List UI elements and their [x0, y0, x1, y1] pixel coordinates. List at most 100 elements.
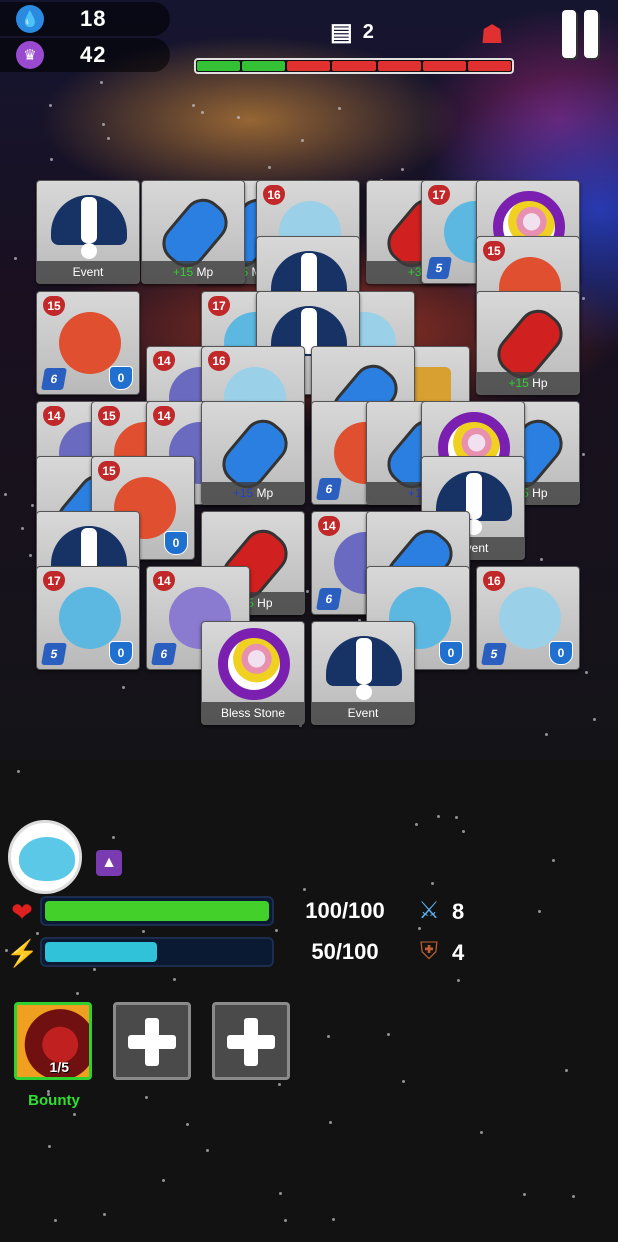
mp-text: 50/100	[311, 939, 379, 964]
star	[565, 1069, 568, 1072]
hp-text: 100/100	[305, 898, 385, 923]
empty-skill-slot[interactable]	[212, 1002, 290, 1080]
star	[50, 158, 53, 161]
star	[538, 910, 541, 913]
star	[418, 927, 421, 930]
star	[437, 815, 440, 818]
star	[93, 968, 96, 971]
star	[268, 166, 271, 169]
skill-name: Bounty	[28, 1092, 80, 1109]
star	[192, 104, 195, 107]
progress-segment	[287, 61, 331, 71]
card-mp-potion[interactable]: +15 Mp	[141, 180, 245, 284]
defense-value: 4	[452, 940, 465, 965]
star	[122, 686, 125, 689]
card-mp-potion[interactable]: +15 Mp	[201, 401, 305, 505]
skill-bounty[interactable]: 1/5	[14, 1002, 92, 1080]
mp-bar-fill	[45, 942, 157, 962]
progress-segment	[197, 61, 241, 71]
star	[206, 1149, 209, 1152]
card-monster-shark[interactable]: 17 5 0	[36, 566, 140, 670]
crown-counter: ♛ 42	[0, 38, 170, 72]
star	[523, 1193, 526, 1196]
empty-skill-slot[interactable]	[113, 1002, 191, 1080]
crown-icon: ♛	[16, 41, 44, 69]
progress-segment	[332, 61, 376, 71]
star	[327, 1035, 330, 1038]
star	[552, 859, 555, 862]
star	[457, 979, 460, 982]
star	[582, 453, 585, 456]
lightning-icon: ⚡	[6, 938, 39, 968]
card-hp-potion[interactable]: +15 Hp	[476, 291, 580, 395]
star	[162, 1179, 165, 1182]
star	[402, 1080, 405, 1083]
star	[593, 718, 596, 721]
card-event[interactable]: Event	[311, 621, 415, 725]
hp-bar	[40, 896, 274, 926]
star	[29, 554, 32, 557]
card-bless-stone[interactable]: Bless Stone	[201, 621, 305, 725]
star	[36, 932, 39, 935]
star	[415, 823, 418, 826]
star	[540, 558, 543, 561]
star	[278, 1083, 281, 1086]
star	[54, 1219, 57, 1222]
stairs-icon: ▤	[330, 19, 353, 46]
star	[112, 836, 115, 839]
star	[48, 1145, 51, 1148]
star	[17, 770, 20, 773]
star	[431, 882, 434, 885]
level-up-buff-icon[interactable]: ▲	[96, 850, 122, 876]
star	[49, 104, 52, 107]
star	[14, 257, 17, 260]
gem-icon: 💧	[16, 5, 44, 33]
star	[201, 111, 204, 114]
star	[480, 1131, 483, 1134]
floor-progress-bar	[194, 58, 514, 74]
star	[306, 590, 309, 593]
star	[332, 1218, 335, 1221]
star	[73, 1113, 76, 1116]
mp-bar	[40, 937, 274, 967]
shield-icon: ⛨	[420, 938, 438, 965]
star	[462, 830, 465, 833]
card-monster-penguin[interactable]: 16 5 0	[476, 566, 580, 670]
heart-icon: ❤	[11, 897, 33, 927]
star	[582, 297, 585, 300]
card-event[interactable]: Event	[36, 180, 140, 284]
star	[186, 1123, 189, 1126]
card-monster-mushroom[interactable]: 15 6 0	[36, 291, 140, 395]
pause-icon	[562, 10, 576, 58]
star	[173, 978, 176, 981]
pause-button[interactable]	[562, 10, 604, 60]
floor-number: 2	[362, 21, 374, 43]
floor-indicator: ▤ 2	[330, 18, 374, 47]
star	[455, 816, 458, 819]
boss-skull-icon: ☗	[480, 19, 504, 49]
star	[31, 504, 34, 507]
card-label: Event	[37, 261, 139, 283]
star	[303, 888, 306, 891]
star	[107, 137, 110, 140]
star	[329, 1121, 332, 1124]
star	[102, 123, 105, 126]
star	[145, 1096, 148, 1099]
star	[572, 1195, 575, 1198]
star	[275, 929, 278, 932]
gem-count: 18	[80, 6, 107, 31]
star	[103, 1213, 106, 1216]
star	[338, 107, 341, 110]
progress-segment	[422, 61, 466, 71]
star	[100, 81, 103, 84]
player-avatar[interactable]	[8, 820, 82, 894]
star	[237, 116, 240, 119]
progress-segment	[377, 61, 421, 71]
hp-bar-fill	[45, 901, 269, 921]
skill-charge-count: 1/5	[49, 1059, 69, 1075]
star	[142, 930, 145, 933]
star	[284, 1219, 287, 1222]
star	[401, 168, 404, 171]
star	[21, 527, 24, 530]
attack-value: 8	[452, 899, 465, 924]
